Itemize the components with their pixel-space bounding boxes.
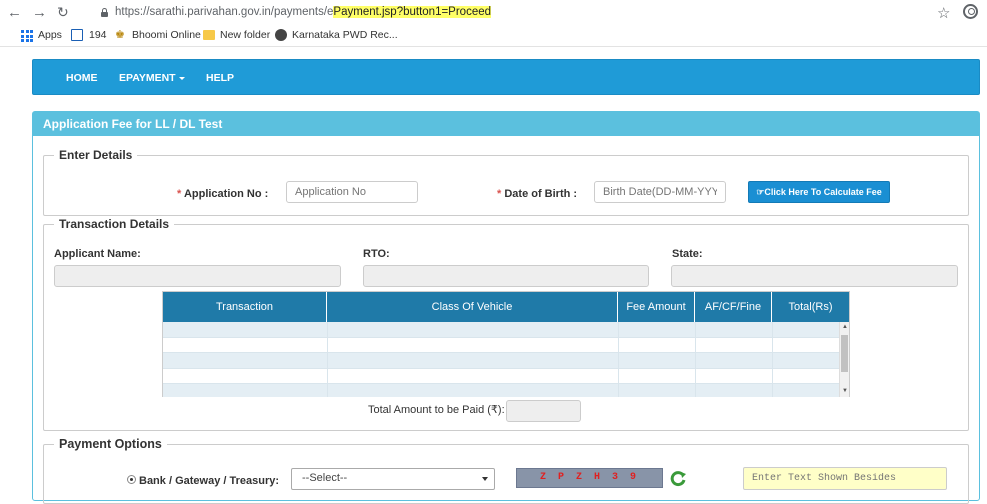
nav-help[interactable]: HELP (206, 72, 234, 84)
calculate-fee-button[interactable]: ☞Click Here To Calculate Fee (748, 181, 890, 203)
captcha-input[interactable] (743, 467, 947, 490)
apps-grid-icon (21, 30, 33, 42)
total-amount-label: Total Amount to be Paid (₹): (368, 404, 505, 416)
applicant-name-field (54, 265, 341, 287)
transaction-details-legend: Transaction Details (54, 217, 175, 231)
rto-field (363, 265, 649, 287)
table-scrollbar[interactable]: ▲ ▼ (839, 322, 849, 397)
application-no-input[interactable] (286, 181, 418, 203)
caret-down-icon (178, 76, 185, 80)
application-no-label: * Application No : (177, 188, 269, 200)
bank-select-value: --Select-- (302, 472, 348, 484)
bookmark-star-icon[interactable]: ☆ (937, 4, 950, 22)
scrollbar-thumb[interactable] (841, 335, 848, 372)
bookmark-karnataka-pwd[interactable]: Karnataka PWD Rec... (292, 29, 398, 41)
bookmark-bhoomi[interactable]: Bhoomi Online (132, 29, 201, 41)
panel-title: Application Fee for LL / DL Test (33, 112, 979, 136)
address-bar[interactable]: https://sarathi.parivahan.gov.in/payment… (93, 3, 945, 23)
table-row (163, 369, 839, 384)
applicant-name-label: Applicant Name: (54, 248, 141, 260)
url-prefix: https://sarathi.parivahan.gov.in/payment… (115, 6, 328, 18)
bookmark-apps[interactable]: Apps (38, 29, 62, 41)
column-header: Fee Amount (618, 292, 695, 322)
folder-icon (203, 30, 215, 40)
column-header: Transaction (163, 292, 327, 322)
bookmark-194[interactable]: 194 (89, 29, 107, 41)
column-header: Total(Rs) (788, 301, 833, 313)
rto-label: RTO: (363, 248, 390, 260)
profile-icon[interactable] (963, 4, 978, 19)
bookmark-194-icon (71, 29, 83, 41)
table-row (163, 353, 839, 369)
transaction-table: Transaction Class Of Vehicle Fee Amount … (162, 291, 850, 397)
nav-epayment-label: EPAYMENT (119, 72, 176, 84)
bank-radio[interactable] (127, 475, 136, 484)
reload-icon[interactable]: ↻ (57, 5, 69, 20)
table-row (163, 338, 839, 353)
table-row (163, 322, 839, 338)
dob-label: * Date of Birth : (497, 188, 578, 200)
bookmarks-bar: Apps 194 ♚ Bhoomi Online New folder Karn… (0, 25, 987, 47)
column-header: AF/CF/Fine (695, 292, 772, 322)
calculate-fee-label: Click Here To Calculate Fee (764, 187, 882, 197)
payment-options-legend: Payment Options (54, 437, 167, 451)
captcha-image: Z P Z H 3 9 (516, 468, 663, 488)
karnataka-pwd-icon (275, 29, 287, 41)
dropdown-arrow-icon (482, 477, 488, 481)
table-header: Transaction Class Of Vehicle Fee Amount … (163, 292, 849, 322)
scroll-down-icon[interactable]: ▼ (842, 388, 848, 394)
main-navbar: HOME EPAYMENT HELP (32, 59, 980, 95)
forward-arrow-icon[interactable]: → (32, 5, 47, 20)
enter-details-legend: Enter Details (54, 148, 138, 162)
state-field (671, 265, 958, 287)
nav-epayment[interactable]: EPAYMENT (119, 72, 185, 84)
dob-input[interactable] (594, 181, 726, 203)
bookmark-new-folder[interactable]: New folder (220, 29, 270, 41)
refresh-captcha-icon[interactable] (669, 469, 687, 487)
bank-gateway-label: Bank / Gateway / Treasury: (139, 475, 280, 487)
total-amount-field (506, 400, 581, 422)
scroll-up-icon[interactable]: ▲ (842, 324, 848, 330)
table-row (163, 384, 839, 397)
state-label: State: (672, 248, 703, 260)
url-highlighted: Payment.jsp?button1=Proceed (333, 6, 492, 18)
nav-home[interactable]: HOME (66, 72, 98, 84)
back-arrow-icon[interactable]: ← (7, 5, 22, 20)
bhoomi-emblem-icon: ♚ (115, 29, 125, 41)
column-header: Class Of Vehicle (327, 292, 618, 322)
browser-toolbar: ← → ↻ https://sarathi.parivahan.gov.in/p… (0, 0, 987, 25)
bank-select[interactable]: --Select-- (291, 468, 495, 490)
lock-icon (101, 8, 108, 17)
